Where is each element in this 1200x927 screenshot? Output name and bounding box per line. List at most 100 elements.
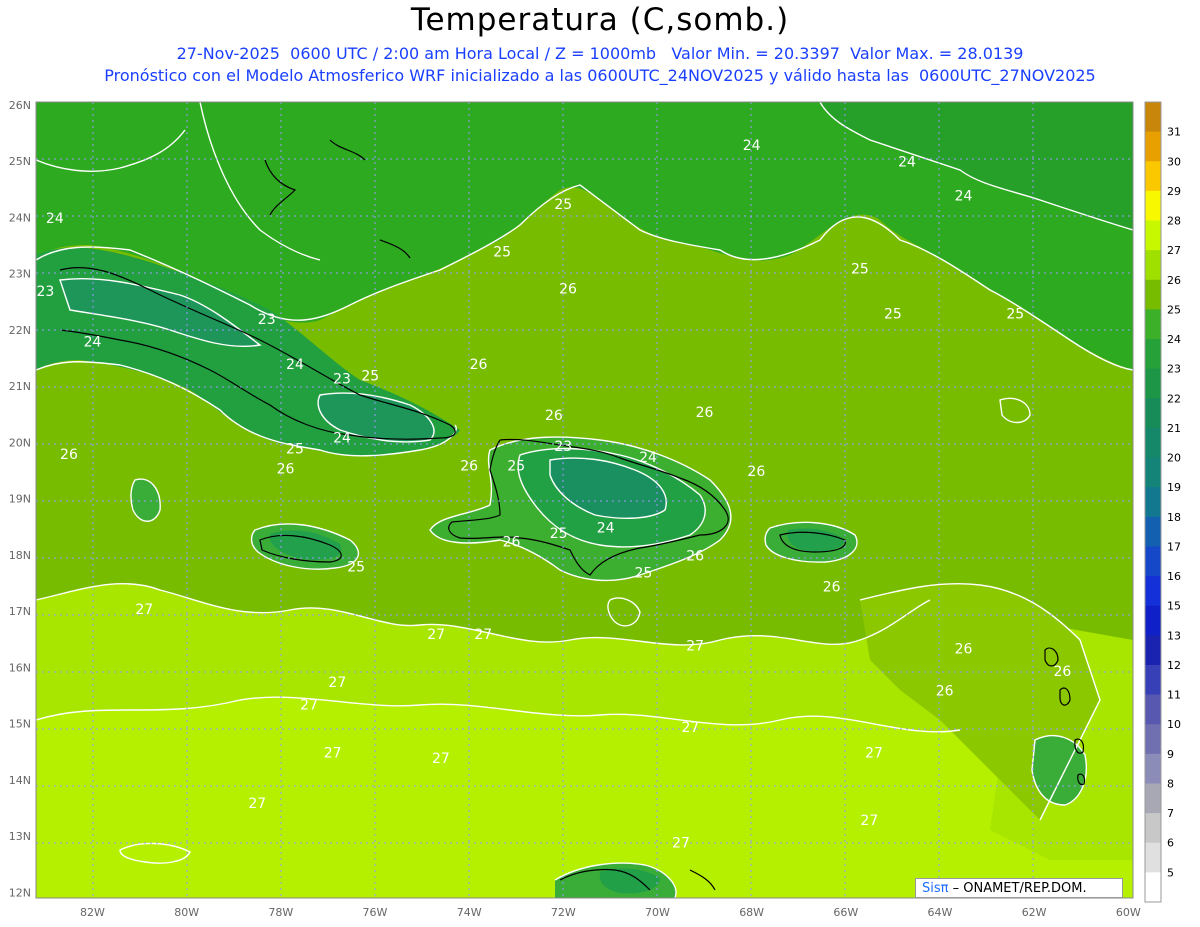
lat-label: 19N: [9, 493, 31, 506]
sispi-logo-text: Sisπ: [922, 881, 949, 896]
contour-label: 24: [898, 155, 916, 171]
contour-label: 27: [427, 627, 445, 643]
contour-label: 26: [936, 683, 954, 699]
colorbar-swatch: [1145, 783, 1161, 814]
lat-label: 20N: [9, 436, 31, 449]
colorbar-swatch: [1145, 131, 1161, 162]
colorbar-label: 23: [1167, 363, 1181, 376]
colorbar-swatch: [1145, 398, 1161, 429]
contour-label: 24: [743, 138, 761, 154]
contour-label: 26: [277, 461, 295, 477]
lat-label: 21N: [9, 380, 31, 393]
contour-label: 24: [955, 188, 973, 204]
contour-label: 27: [300, 698, 318, 714]
colorbar-label: 10: [1167, 718, 1181, 731]
colorbar-label: 30: [1167, 155, 1181, 168]
contour-label: 26: [460, 458, 478, 474]
lat-label: 23N: [9, 268, 31, 281]
contour-label: 25: [361, 368, 379, 384]
lon-label: 78W: [268, 906, 293, 919]
colorbar-swatch: [1145, 813, 1161, 844]
colorbar-label: 11: [1167, 689, 1181, 702]
colorbar-label: 13: [1167, 629, 1181, 642]
contour-label: 27: [672, 835, 690, 851]
lon-label: 60W: [1116, 906, 1141, 919]
colorbar-swatch: [1145, 309, 1161, 340]
lat-label: 25N: [9, 155, 31, 168]
colorbar-swatch: [1145, 368, 1161, 399]
contour-label: 25: [884, 307, 902, 323]
credit-box: Sisπ – ONAMET/REP.DOM.: [915, 878, 1123, 898]
contour-label: 27: [860, 813, 878, 829]
contour-label: 26: [503, 534, 521, 550]
lon-label: 62W: [1022, 906, 1047, 919]
colorbar-label: 31: [1167, 126, 1181, 139]
colorbar-swatch: [1145, 427, 1161, 459]
contour-label: 25: [286, 442, 304, 458]
colorbar-label: 15: [1167, 600, 1181, 613]
colorbar-swatch: [1145, 694, 1161, 725]
contour-label: 23: [258, 312, 276, 328]
contour-label: 26: [696, 405, 714, 421]
contour-label: 25: [1006, 307, 1024, 323]
colorbar-swatch: [1145, 279, 1161, 310]
lat-label: 18N: [9, 549, 31, 562]
contour-label: 26: [559, 281, 577, 297]
contour-label: 23: [333, 371, 351, 387]
colorbar-swatch: [1145, 102, 1161, 133]
lon-label: 82W: [80, 906, 105, 919]
contour-label: 24: [333, 430, 351, 446]
colorbar-swatch: [1145, 605, 1161, 636]
lat-label: 17N: [9, 605, 31, 618]
colorbar-label: 6: [1167, 837, 1174, 850]
colorbar-swatch: [1145, 339, 1161, 370]
contour-label: 25: [347, 560, 365, 576]
colorbar-swatch: [1145, 842, 1161, 873]
valid-time-line: 27-Nov-2025 0600 UTC / 2:00 am Hora Loca…: [176, 44, 1024, 63]
lon-label: 66W: [833, 906, 858, 919]
contour-label: 26: [470, 357, 488, 373]
contour-label: 27: [135, 602, 153, 618]
contour-label: 25: [493, 245, 511, 261]
latitude-labels: 26N 25N 24N 23N 22N 21N 20N 19N 18N 17N 16N 15N 14N 1…: [9, 99, 31, 900]
colorbar-swatch: [1145, 250, 1161, 281]
model-info-line: Pronóstico con el Modelo Atmosferico WRF…: [104, 66, 1096, 85]
lat-label: 14N: [9, 774, 31, 787]
lon-label: 70W: [645, 906, 670, 919]
colorbar-swatch: [1145, 516, 1161, 547]
contour-label: 27: [324, 745, 342, 761]
colorbar-swatch: [1145, 724, 1161, 755]
colorbar-swatch: [1145, 161, 1161, 192]
colorbar-label: 29: [1167, 185, 1181, 198]
lat-label: 13N: [9, 830, 31, 843]
longitude-labels: 82W 80W 78W 76W 74W 72W 70W 68W 66W 64W 62W 60W: [80, 906, 1141, 919]
colorbar-label: 20: [1167, 452, 1181, 465]
contour-label: 23: [37, 284, 55, 300]
colorbar-label: 27: [1167, 244, 1181, 257]
contour-label: 24: [639, 450, 657, 466]
colorbar-swatch: [1145, 753, 1161, 784]
contour-label: 24: [286, 357, 304, 373]
colorbar-label: 19: [1167, 481, 1181, 494]
contour-label: 27: [328, 675, 346, 691]
contour-label: 26: [823, 579, 841, 595]
colorbar-label: 7: [1167, 807, 1174, 820]
lat-label: 26N: [9, 99, 31, 112]
colorbar-label: 26: [1167, 274, 1181, 287]
contour-label: 27: [432, 751, 450, 767]
map-title: Temperatura (C,somb.): [410, 2, 790, 38]
contour-label: 24: [597, 520, 615, 536]
colorbar-label: 17: [1167, 540, 1181, 553]
colorbar-swatch: [1145, 487, 1161, 518]
lon-label: 74W: [457, 906, 482, 919]
temperature-map: 24 24 24 24 25 25 25 26 25 25 23 23 24 24 23 25 26 26 26 24…: [9, 99, 1181, 919]
lon-label: 72W: [551, 906, 576, 919]
colorbar-swatch: [1145, 664, 1161, 696]
contour-label: 23: [554, 439, 572, 455]
colorbar-label: 24: [1167, 333, 1181, 346]
colorbar-swatch: [1145, 457, 1161, 488]
colorbar-label: 5: [1167, 866, 1174, 879]
colorbar-label: 18: [1167, 511, 1181, 524]
contour-label: 26: [747, 464, 765, 480]
colorbar-label: 22: [1167, 392, 1181, 405]
